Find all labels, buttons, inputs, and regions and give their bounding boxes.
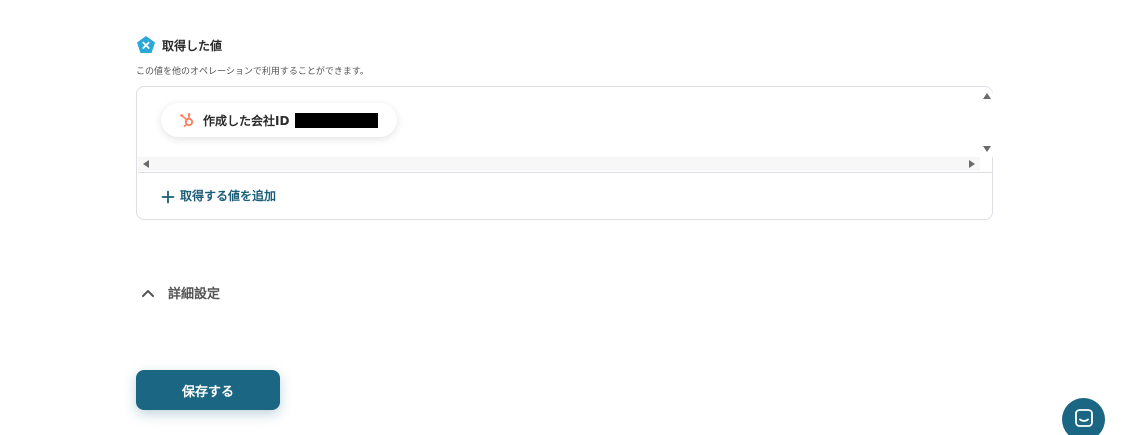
add-value-button[interactable]: 取得する値を追加 (161, 187, 276, 204)
section-description: この値を他のオペレーションで利用することができます。 (136, 67, 369, 77)
save-button[interactable]: 保存する (136, 370, 280, 410)
scroll-down-icon[interactable] (983, 146, 991, 152)
hubspot-icon (179, 112, 195, 128)
chat-icon (1073, 407, 1095, 433)
section-title: 取得した値 (162, 38, 223, 53)
redacted-value (295, 112, 379, 128)
chevron-up-icon (140, 285, 156, 301)
chat-launcher-button[interactable] (1062, 398, 1105, 435)
acquired-values-box: 作成した会社ID 取得する値を追加 (136, 86, 993, 220)
advanced-settings-label: 詳細設定 (168, 287, 221, 302)
scroll-right-icon[interactable] (969, 160, 975, 168)
plus-icon (161, 189, 175, 203)
value-chip[interactable]: 作成した会社ID (161, 103, 397, 137)
scroll-left-icon[interactable] (143, 160, 149, 168)
section-header: 取得した値 (136, 35, 222, 55)
add-value-label: 取得する値を追加 (180, 189, 277, 203)
horizontal-scrollbar[interactable] (138, 157, 980, 171)
settings-page: 取得した値 この値を他のオペレーションで利用することができます。 作成した会社I… (0, 0, 1122, 435)
values-scroll-area[interactable]: 作成した会社ID (138, 88, 993, 173)
advanced-settings-toggle[interactable]: 詳細設定 (140, 283, 220, 302)
scroll-up-icon[interactable] (983, 93, 991, 99)
chip-label: 作成した会社ID (203, 113, 290, 128)
pentagon-x-icon (136, 35, 156, 55)
